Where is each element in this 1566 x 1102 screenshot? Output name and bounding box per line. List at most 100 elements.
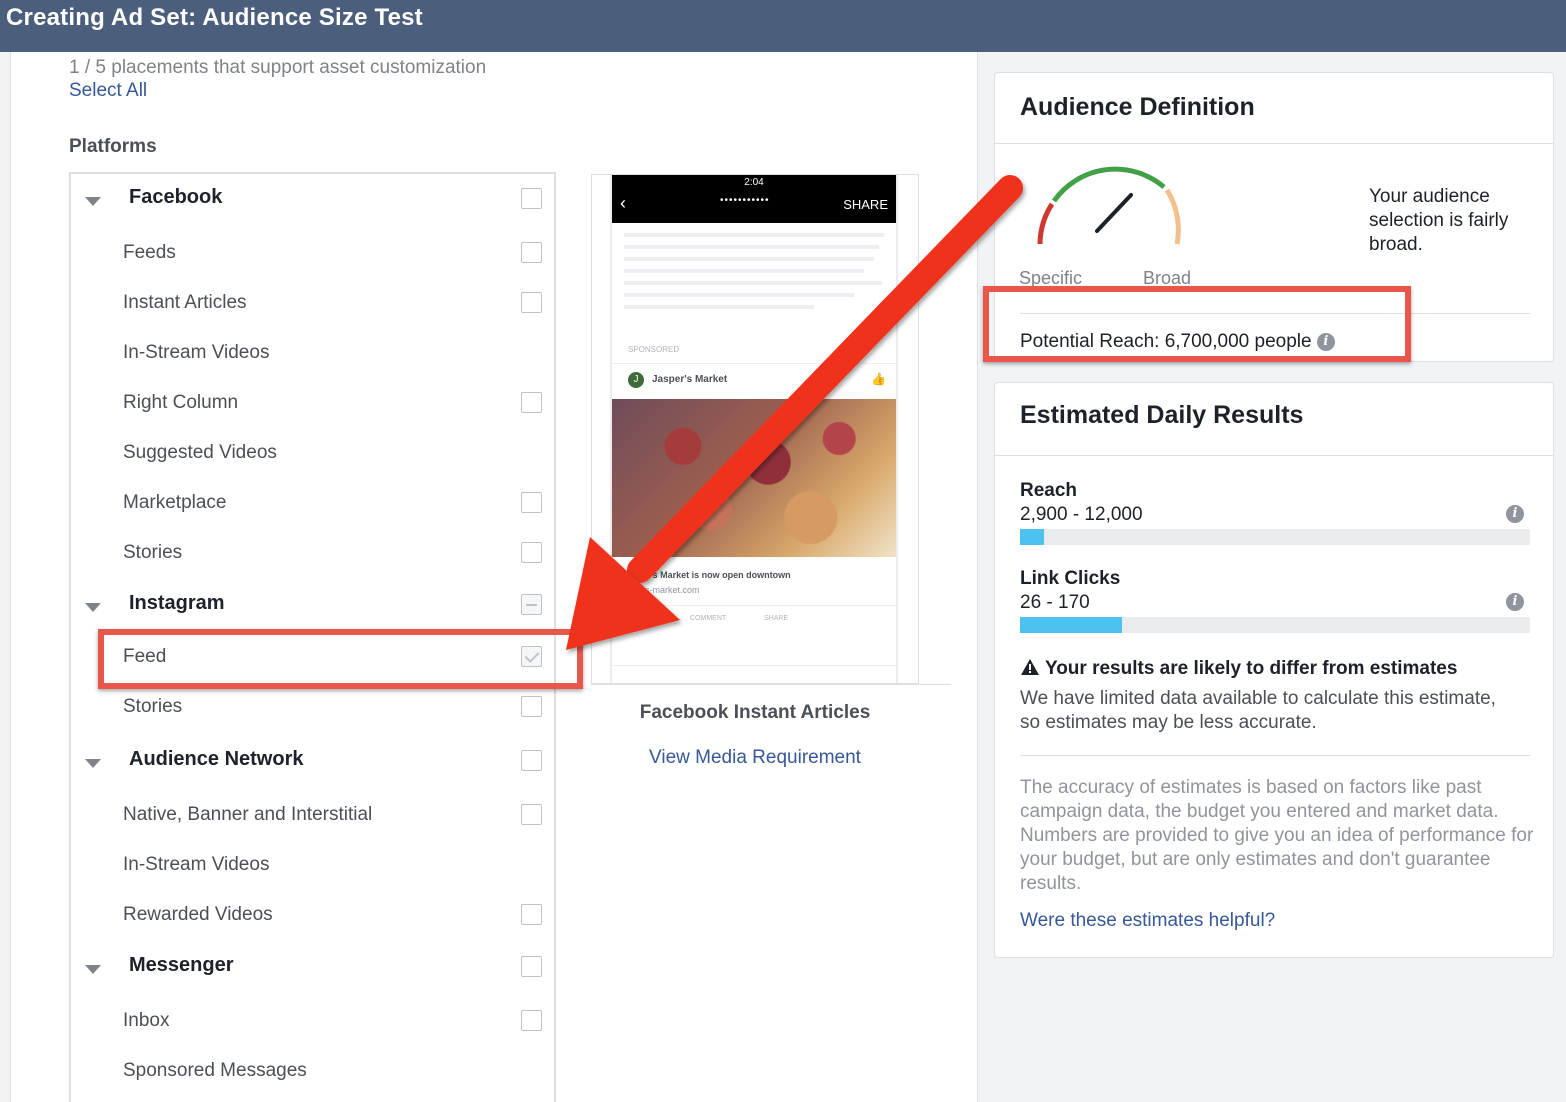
warning-title: Your results are likely to differ from e…	[1020, 658, 1457, 680]
right-panel: Audience Definition Specific Broad Your …	[978, 52, 1566, 1102]
group-header-messenger[interactable]: Messenger	[71, 948, 554, 988]
page-dots-icon: •••••••••••	[720, 195, 770, 206]
group-label: Audience Network	[129, 748, 304, 770]
phone-time: 2:04	[744, 177, 764, 188]
collapse-triangle-icon[interactable]	[85, 965, 101, 974]
brand-logo-icon: J	[628, 372, 644, 388]
placement-row-sponsored-messages: Sponsored Messages	[71, 1052, 554, 1092]
phone-status-bar: 2:04 ‹ ••••••••••• SHARE	[612, 175, 896, 223]
ad-preview-phone: 2:04 ‹ ••••••••••• SHARE SPONSORED J Jas…	[591, 174, 919, 684]
checkbox-stories[interactable]	[521, 542, 542, 563]
info-icon[interactable]: i	[1506, 505, 1524, 523]
placement-row-right-column[interactable]: Right Column	[71, 384, 554, 424]
checkbox-inbox[interactable]	[521, 1010, 542, 1031]
audience-description: Your audience selection is fairly broad.	[1369, 186, 1509, 255]
checkbox-rewarded-videos[interactable]	[521, 904, 542, 925]
info-icon[interactable]: i	[1316, 332, 1335, 351]
group-label: Instagram	[129, 592, 225, 614]
placement-row-feeds[interactable]: Feeds	[71, 234, 554, 274]
estimated-results-heading: Estimated Daily Results	[1020, 401, 1304, 429]
checkbox-marketplace[interactable]	[521, 492, 542, 513]
placement-label: Sponsored Messages	[123, 1060, 307, 1081]
audience-definition-card: Audience Definition Specific Broad Your …	[994, 72, 1554, 362]
placement-row-instagram-feed[interactable]: Feed	[71, 638, 554, 678]
checkbox-native-banner[interactable]	[521, 804, 542, 825]
reach-bar	[1020, 529, 1530, 545]
checkbox-feeds[interactable]	[521, 242, 542, 263]
group-header-instagram[interactable]: Instagram	[71, 586, 554, 626]
placement-label: Marketplace	[123, 492, 227, 513]
collapse-triangle-icon[interactable]	[85, 759, 101, 768]
preview-title: Facebook Instant Articles	[639, 702, 871, 723]
placements-count: 1 / 5 placements that support asset cust…	[69, 57, 487, 78]
checkbox-facebook[interactable]	[521, 188, 542, 209]
ad-url: rs-market.com	[642, 585, 700, 595]
platform-group-facebook: Facebook Feeds Instant Articles In-Strea…	[69, 172, 556, 580]
checkbox-instagram[interactable]	[521, 594, 542, 615]
estimates-helpful-link[interactable]: Were these estimates helpful?	[1020, 910, 1275, 932]
placement-label: Instant Articles	[123, 292, 247, 313]
placement-label: Native, Banner and Interstitial	[123, 804, 373, 825]
group-label: Facebook	[129, 186, 223, 208]
placement-label: Rewarded Videos	[123, 904, 273, 925]
link-clicks-label: Link Clicks	[1020, 568, 1121, 589]
collapse-triangle-icon[interactable]	[85, 603, 101, 612]
placement-label: Feed	[123, 646, 167, 667]
checkbox-instagram-stories[interactable]	[521, 696, 542, 717]
reach-bar-fill	[1020, 529, 1044, 545]
phone-screen: 2:04 ‹ ••••••••••• SHARE SPONSORED J Jas…	[610, 175, 898, 683]
checkbox-instant-articles[interactable]	[521, 292, 542, 313]
platform-group-instagram: Instagram Feed Stories	[69, 578, 556, 736]
view-media-requirement-link[interactable]: View Media Requirement	[591, 747, 919, 769]
placement-label: Suggested Videos	[123, 442, 277, 463]
placement-label: Inbox	[123, 1010, 170, 1031]
platforms-label: Platforms	[69, 136, 157, 157]
placement-row-inbox[interactable]: Inbox	[71, 1002, 554, 1042]
placement-row-an-in-stream-videos: In-Stream Videos	[71, 846, 554, 886]
placement-label: In-Stream Videos	[123, 342, 270, 363]
placement-row-stories[interactable]: Stories	[71, 534, 554, 574]
brand-name: Jasper's Market	[652, 374, 728, 385]
ad-image	[612, 399, 896, 557]
reach-value: 2,900 - 12,000	[1020, 504, 1143, 525]
checkbox-right-column[interactable]	[521, 392, 542, 413]
audience-gauge	[1037, 166, 1181, 245]
top-bar: Creating Ad Set: Audience Size Test	[0, 0, 1566, 52]
back-arrow-icon: ‹	[620, 193, 626, 213]
info-icon[interactable]: i	[1506, 593, 1524, 611]
placement-row-rewarded-videos[interactable]: Rewarded Videos	[71, 896, 554, 936]
placement-row-native-banner[interactable]: Native, Banner and Interstitial	[71, 796, 554, 836]
potential-reach: Potential Reach: 6,700,000 people i	[1020, 331, 1335, 353]
checkbox-messenger[interactable]	[521, 956, 542, 977]
group-header-facebook[interactable]: Facebook	[71, 180, 554, 220]
collapse-triangle-icon[interactable]	[85, 197, 101, 206]
estimated-daily-results-card: Estimated Daily Results Reach 2,900 - 12…	[994, 382, 1554, 958]
checkbox-instagram-feed[interactable]	[521, 646, 542, 667]
placement-row-instagram-stories[interactable]: Stories	[71, 688, 554, 728]
ad-actions: LIKE COMMENT SHARE	[612, 605, 896, 631]
preview-divider	[591, 684, 951, 685]
select-all-link[interactable]: Select All	[69, 80, 147, 102]
placement-row-marketplace[interactable]: Marketplace	[71, 484, 554, 524]
share-action: SHARE	[764, 615, 789, 622]
placement-label: Right Column	[123, 392, 239, 413]
comment-action: COMMENT	[690, 615, 727, 622]
group-header-audience-network[interactable]: Audience Network	[71, 742, 554, 782]
gauge-needle-icon	[1095, 193, 1133, 233]
link-clicks-bar-fill	[1020, 617, 1122, 633]
ad-caption: er's Market is now open downtown	[642, 570, 791, 580]
checkbox-audience-network[interactable]	[521, 750, 542, 771]
like-action: LIKE	[642, 615, 658, 622]
sponsored-label: SPONSORED	[628, 345, 680, 354]
gauge-specific-label: Specific	[1019, 268, 1083, 288]
warning-title-text: Your results are likely to differ from e…	[1044, 658, 1458, 679]
placement-label: Stories	[123, 542, 183, 563]
warning-body: We have limited data available to calcul…	[1020, 688, 1496, 733]
placement-row-instant-articles[interactable]: Instant Articles	[71, 284, 554, 324]
placement-label: Feeds	[123, 242, 176, 263]
potential-reach-text: Potential Reach: 6,700,000 people	[1020, 331, 1312, 352]
link-clicks-bar	[1020, 617, 1530, 633]
audience-definition-heading: Audience Definition	[1020, 93, 1255, 121]
platform-group-audience-network: Audience Network Native, Banner and Inte…	[69, 734, 556, 942]
link-clicks-value: 26 - 170	[1020, 592, 1090, 613]
